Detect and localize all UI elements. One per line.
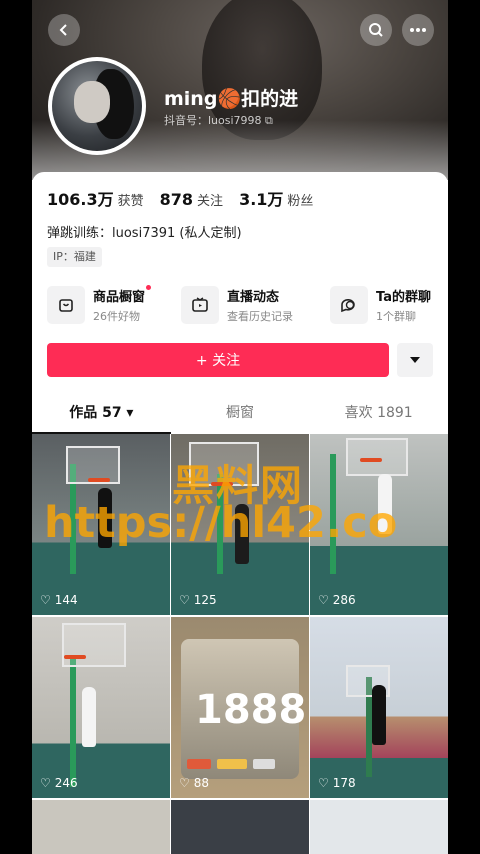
more-actions-dropdown[interactable] bbox=[397, 343, 433, 377]
more-button[interactable] bbox=[402, 14, 434, 46]
stat-following[interactable]: 878 关注 bbox=[160, 190, 223, 209]
shopping-bag-icon bbox=[59, 299, 73, 312]
more-dots-icon bbox=[410, 28, 426, 32]
stat-followers[interactable]: 3.1万 粉丝 bbox=[239, 186, 313, 210]
heart-icon: ♡ bbox=[318, 776, 329, 790]
video-thumbnail[interactable] bbox=[171, 800, 309, 854]
video-thumbnail[interactable]: ♡ 246 bbox=[32, 617, 170, 798]
watermark-url: https://hl42.co bbox=[44, 498, 398, 548]
tab-works[interactable]: 作品 57 ▾ bbox=[32, 398, 171, 434]
chevron-left-icon bbox=[59, 24, 67, 36]
back-button[interactable] bbox=[48, 14, 80, 46]
profile-screen: ming🏀扣的进 抖音号：luosi7998 ⧉ 106.3万 获赞 878 关注 … bbox=[32, 0, 448, 854]
video-thumbnail[interactable] bbox=[32, 800, 170, 854]
heart-icon: ♡ bbox=[179, 593, 190, 607]
copy-icon: ⧉ bbox=[265, 114, 273, 127]
profile-name: ming🏀扣的进 bbox=[164, 88, 299, 110]
tv-icon bbox=[192, 297, 208, 312]
stats-row: 106.3万 获赞 878 关注 3.1万 粉丝 bbox=[47, 186, 313, 210]
tab-likes[interactable]: 喜欢 1891 bbox=[309, 398, 448, 434]
follow-button[interactable]: + 关注 bbox=[47, 343, 389, 377]
douyin-id[interactable]: 抖音号：luosi7998 ⧉ bbox=[164, 112, 273, 128]
chat-bubble-icon bbox=[341, 299, 355, 313]
video-thumbnail[interactable] bbox=[310, 800, 448, 854]
stat-likes: 106.3万 获赞 bbox=[47, 190, 144, 209]
notification-dot bbox=[146, 285, 152, 290]
video-thumbnail[interactable]: 1888 ♡ 88 bbox=[171, 617, 309, 798]
video-thumbnail[interactable]: ♡ 178 bbox=[310, 617, 448, 798]
heart-icon: ♡ bbox=[40, 776, 51, 790]
avatar[interactable] bbox=[48, 57, 146, 155]
triangle-down-icon bbox=[410, 357, 420, 363]
feature-group-chat[interactable]: Ta的群聊 1个群聊 bbox=[330, 283, 431, 327]
ip-badge: IP：福建 bbox=[47, 247, 102, 267]
heart-icon: ♡ bbox=[40, 593, 51, 607]
feature-live-history[interactable]: 直播动态 查看历史记录 bbox=[181, 283, 293, 327]
heart-icon: ♡ bbox=[179, 776, 190, 790]
tab-shop-window[interactable]: 橱窗 bbox=[171, 398, 310, 434]
content-tabs: 作品 57 ▾ 橱窗 喜欢 1891 bbox=[32, 398, 448, 434]
feature-shop-window[interactable]: 商品橱窗 26件好物 bbox=[47, 283, 152, 327]
search-icon bbox=[369, 23, 383, 37]
bio-text: 弹跳训练：luosi7391 (私人定制) bbox=[47, 226, 242, 241]
search-button[interactable] bbox=[360, 14, 392, 46]
heart-icon: ♡ bbox=[318, 593, 329, 607]
